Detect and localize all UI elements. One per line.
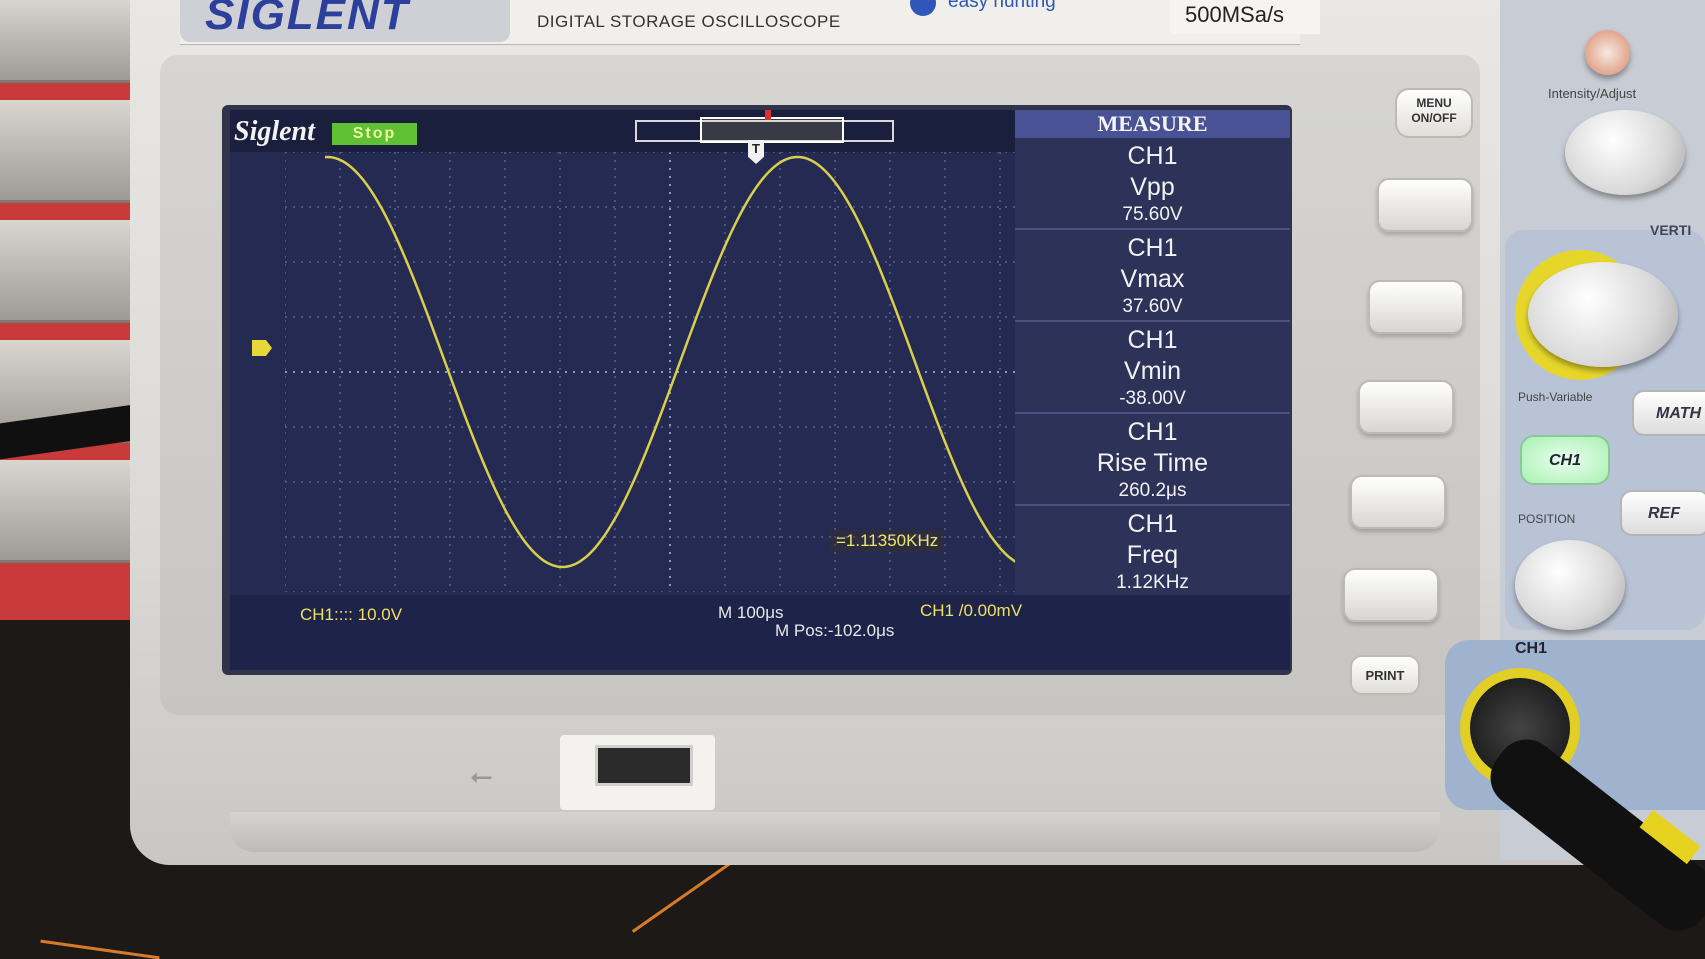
sample-rate: 500MSa/s: [1185, 2, 1285, 27]
measure-channel: CH1: [1127, 510, 1178, 538]
measure-item-vmax: CH1 Vmax 37.60V: [1015, 230, 1290, 322]
measure-channel: CH1: [1127, 234, 1178, 262]
measure-name: Freq: [1126, 541, 1179, 569]
ch1-level-marker-icon: [252, 340, 272, 356]
usb-symbol-icon: ⭠: [470, 760, 493, 791]
ch1-vertical-scale: CH1:::: 10.0V: [300, 605, 403, 624]
measure-value: 1.12KHz: [1116, 572, 1189, 593]
menu-on-off-button[interactable]: MENU ON/OFF: [1395, 88, 1473, 138]
measure-item-rise-time: CH1 Rise Time 260.2μs: [1015, 414, 1290, 506]
measure-channel: CH1: [1127, 142, 1178, 170]
measure-value: 37.60V: [1122, 296, 1183, 317]
softkey-2-button[interactable]: [1368, 280, 1464, 334]
measure-value: -38.00V: [1119, 388, 1186, 409]
softkey-4-button[interactable]: [1350, 475, 1446, 529]
measure-value: 75.60V: [1122, 204, 1183, 225]
adjust-indicator-icon: [1585, 30, 1630, 75]
measure-panel: MEASURE CH1 Vpp 75.60V CH1 Vmax 37.60V C…: [1015, 110, 1290, 595]
usb-host-port[interactable]: [595, 745, 693, 786]
ref-button[interactable]: REF: [1620, 490, 1705, 536]
measure-name: Vpp: [1130, 173, 1175, 201]
vertical-position-knob[interactable]: [1515, 540, 1625, 630]
waveform-grid: [285, 152, 1055, 592]
measure-name: Vmin: [1124, 357, 1181, 385]
easy-hunting-label: easy hunting: [948, 0, 1056, 12]
memory-view-window: [700, 117, 844, 143]
intensity-adjust-knob[interactable]: [1565, 110, 1685, 195]
measure-value: 260.2μs: [1118, 480, 1187, 501]
measure-channel: CH1: [1127, 326, 1178, 354]
measure-item-vpp: CH1 Vpp 75.60V: [1015, 138, 1290, 230]
model-subtitle: DIGITAL STORAGE OSCILLOSCOPE: [537, 12, 841, 31]
ch1-waveform-trace: [324, 155, 1031, 569]
oscilloscope-screen: Siglent Stop $ T =1.11350KHz MEASURE CH1…: [230, 110, 1290, 670]
screen-logo: Siglent: [234, 116, 315, 147]
horizontal-position-readout: M Pos:-102.0μs: [775, 621, 895, 640]
trigger-position-marker: [765, 110, 771, 120]
measure-channel: CH1: [1127, 418, 1178, 446]
measure-name: Vmax: [1120, 265, 1185, 293]
frequency-counter: =1.11350KHz: [830, 530, 945, 552]
position-label: POSITION: [1518, 512, 1576, 526]
ch1-button[interactable]: CH1: [1520, 435, 1610, 485]
run-status-badge: Stop: [332, 123, 417, 145]
screen-bottom-bar: CH1:::: 10.0V M 100μs M Pos:-102.0μs CH1…: [230, 595, 1290, 670]
math-button[interactable]: MATH: [1632, 390, 1705, 436]
measure-name: Rise Time: [1096, 449, 1209, 477]
softkey-5-button[interactable]: [1343, 568, 1439, 622]
brand-logo: SIGLENT: [205, 0, 410, 39]
measure-item-freq: CH1 Freq 1.12KHz: [1015, 506, 1290, 596]
ch1-input-label: CH1: [1515, 640, 1548, 657]
push-variable-label: Push-Variable: [1518, 390, 1593, 404]
timebase-readout: M 100μs: [718, 603, 784, 622]
vertical-section-label: VERTI: [1650, 222, 1692, 238]
measure-title: MEASURE: [1015, 110, 1290, 138]
print-button[interactable]: PRINT: [1350, 655, 1420, 695]
front-lower-lip: [230, 812, 1440, 852]
measure-item-vmin: CH1 Vmin -38.00V: [1015, 322, 1290, 414]
volts-div-knob[interactable]: [1528, 262, 1678, 367]
softkey-3-button[interactable]: [1358, 380, 1454, 434]
trigger-readout: CH1 /0.00mV: [920, 601, 1023, 620]
softkey-1-button[interactable]: [1377, 178, 1473, 232]
intensity-adjust-label: Intensity/Adjust: [1548, 86, 1637, 101]
